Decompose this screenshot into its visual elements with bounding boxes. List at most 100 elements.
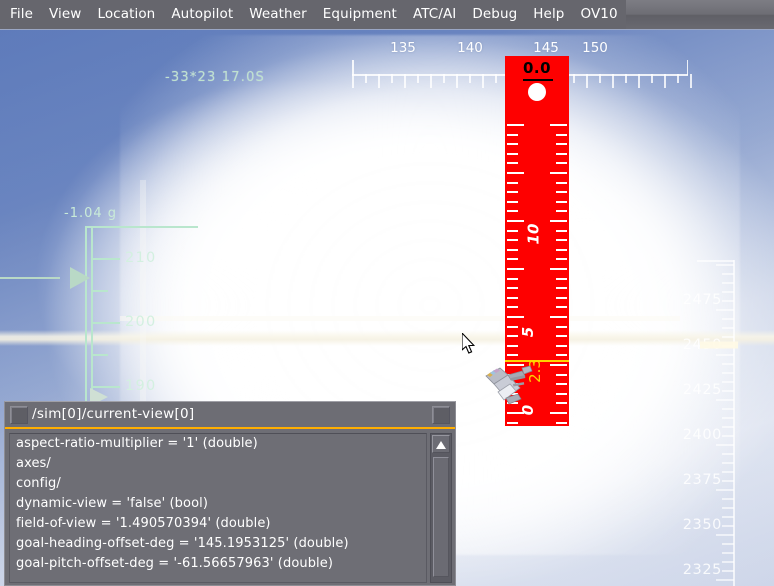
altitude-tick [722,516,734,518]
dialog-close-button[interactable] [432,406,450,424]
vertical-gauge-tick [556,277,567,280]
altitude-tick [722,543,734,545]
vertical-gauge-tick [556,239,567,242]
triangle-up-icon [436,441,446,449]
aircraft-model [478,362,542,414]
airspeed-tick [92,290,108,292]
vertical-gauge-tick [507,133,518,136]
vertical-gauge-tick [556,152,567,155]
altitude-label: 2425 [682,382,722,398]
altitude-tick [722,372,734,374]
menu-item-debug[interactable]: Debug [464,0,525,29]
property-row[interactable]: field-of-view = '1.490570394' (double) [10,514,426,534]
vertical-gauge-tick [507,344,518,347]
vertical-gauge-tick [550,124,567,126]
altitude-tick [716,579,734,581]
menu-item-equipment[interactable]: Equipment [315,0,405,29]
altitude-tick [716,354,734,356]
heading-tick [495,74,497,83]
vertical-gauge-tick [556,162,567,165]
vertical-gauge-tick [556,373,567,376]
menu-item-ov10[interactable]: OV10 [572,0,625,29]
vertical-gauge-tick [556,325,567,328]
menu-item-view[interactable]: View [41,0,89,29]
heading-tick [456,74,458,88]
heading-tick [443,74,445,83]
airspeed-tick [92,258,120,260]
property-row[interactable]: dynamic-view = 'false' (bool) [10,494,426,514]
vertical-gauge-tick [556,383,567,386]
property-list[interactable]: aspect-ratio-multiplier = '1' (double) ax… [9,433,427,583]
vertical-gauge-tick [550,268,567,270]
altitude-tick [722,408,734,410]
vertical-gauge-readout: 0.0 [522,59,552,77]
heading-tick [430,74,432,88]
vertical-gauge-tick [507,325,518,328]
altitude-tick [716,309,734,311]
scrollbar-thumb[interactable] [433,457,449,577]
altitude-label: 2350 [682,517,722,533]
vertical-gauge-tick [556,248,567,251]
airspeed-bug-upper [70,267,90,289]
altitude-tick [722,300,734,302]
airspeed-label: 200 [125,314,157,330]
altitude-tick [722,381,734,383]
vertical-gauge-tick [550,364,567,366]
vertical-gauge-tick [556,143,567,146]
menu-item-location[interactable]: Location [89,0,163,29]
menu-item-file[interactable]: File [2,0,41,29]
heading-tick [417,74,419,83]
heading-label: 150 [582,40,608,56]
vertical-gauge-tick [507,306,518,309]
altitude-tape: 2475245024252400237523502325 [683,260,774,586]
vertical-gauge-tick [556,306,567,309]
dialog-menu-button[interactable] [10,406,28,424]
heading-tick [651,74,653,83]
menu-bar: File View Location Autopilot Weather Equipmen… [0,0,774,30]
altitude-tick [722,336,734,338]
vertical-gauge-tick [556,344,567,347]
scroll-up-button[interactable] [432,435,450,453]
vertical-gauge-tick [550,316,567,318]
heading-tape-right-cap [686,60,688,75]
altitude-tick [722,570,734,572]
menu-item-help[interactable]: Help [525,0,572,29]
menu-items: File View Location Autopilot Weather Equipmen… [0,0,626,29]
vertical-gauge-tick [556,354,567,357]
menu-item-autopilot[interactable]: Autopilot [163,0,241,29]
vertical-gauge-tick [556,258,567,261]
property-row[interactable]: config/ [10,474,426,494]
altitude-tick [722,498,734,500]
heading-tick [482,74,484,88]
heading-tick [378,74,380,88]
altitude-tick [722,282,734,284]
property-row[interactable]: goal-heading-offset-deg = '145.1953125' … [10,534,426,554]
vertical-gauge-tick [550,220,567,222]
menu-item-atc-ai[interactable]: ATC/AI [405,0,464,29]
coordinates-readout: -33*23 17.0S [165,70,266,85]
menu-item-weather[interactable]: Weather [241,0,315,29]
property-browser-dialog[interactable]: /sim[0]/current-view[0] aspect-ratio-mul… [4,401,456,586]
altitude-label: 2375 [682,472,722,488]
vertical-gauge-tick [507,229,518,232]
property-row[interactable]: aspect-ratio-multiplier = '1' (double) [10,434,426,454]
property-row[interactable]: goal-pitch-offset-deg = '-61.56657963' (… [10,554,426,574]
vertical-gauge-tick [507,268,524,270]
altitude-tick [716,264,734,266]
property-browser-titlebar[interactable]: /sim[0]/current-view[0] [5,402,455,429]
flightgear-window: File View Location Autopilot Weather Equipmen… [0,0,774,586]
vertical-gauge-tick [556,210,567,213]
airspeed-label: 210 [125,250,157,266]
vertical-gauge-tick [507,335,518,338]
menu-bar-divider [0,29,774,30]
vertical-gauge-readout-underline [523,79,553,81]
property-row[interactable]: axes/ [10,454,426,474]
altitude-tick [722,426,734,428]
vertical-gauge-tick [507,239,518,242]
property-list-scrollbar[interactable] [430,433,452,583]
heading-label: 140 [457,40,483,56]
heading-tick [573,74,575,83]
heading-label: 135 [390,40,416,56]
altitude-tick [722,318,734,320]
altitude-tick [722,453,734,455]
